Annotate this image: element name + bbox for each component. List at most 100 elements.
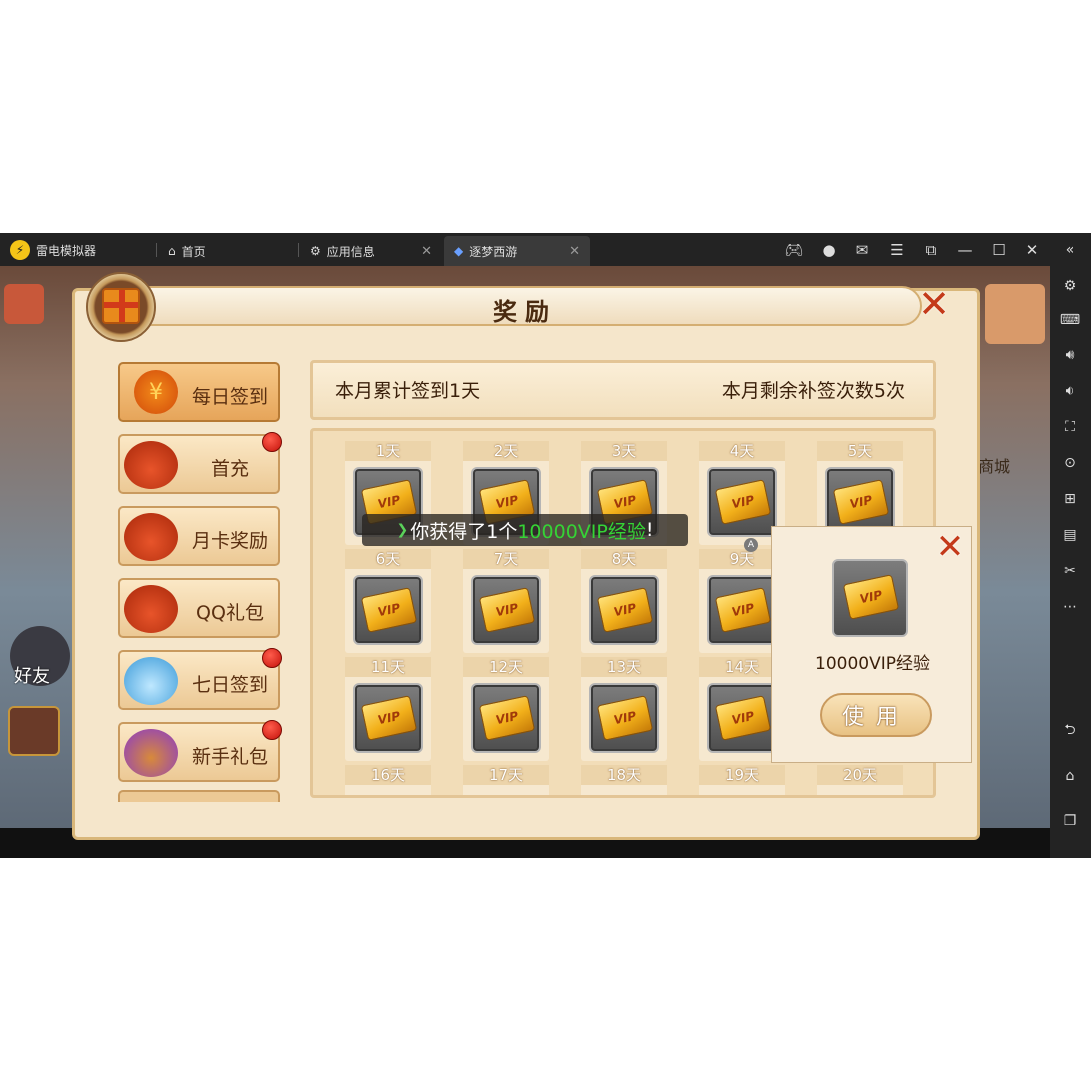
volume-down-icon[interactable]: 🔉︎ [1059, 380, 1081, 402]
vip-card-icon: VIP [478, 695, 536, 741]
day-label: 11天 [345, 657, 431, 677]
menu-first-recharge[interactable]: 首充 [118, 434, 280, 494]
settings-icon[interactable]: ⚙ [1059, 275, 1081, 297]
day-cell[interactable]: 19天 [699, 765, 785, 795]
day-label: 18天 [581, 765, 667, 785]
divider [156, 243, 157, 257]
sign-in-bag-icon: ¥ [134, 370, 178, 414]
item-slot[interactable]: VIP [471, 575, 541, 645]
chat-icon[interactable] [8, 706, 60, 756]
mail-icon[interactable]: ✉ [851, 239, 873, 261]
add-icon[interactable]: ⊞ [1059, 488, 1081, 510]
day-cell[interactable]: 8天 VIP [581, 549, 667, 653]
day-cell[interactable]: 18天 [581, 765, 667, 795]
menu-qq-gift[interactable]: QQ礼包 [118, 578, 280, 638]
gift-badge [86, 272, 156, 342]
volume-up-icon[interactable]: 🔊︎ [1059, 344, 1081, 366]
day-label: 16天 [345, 765, 431, 785]
gamepad-icon[interactable]: 🎮︎ [783, 239, 805, 261]
close-tab-icon[interactable]: ✕ [569, 244, 580, 259]
more-icon[interactable]: ⋯ [1059, 596, 1081, 618]
item-slot[interactable]: VIP [353, 575, 423, 645]
menu-seven-day-sign-in[interactable]: 七日签到 [118, 650, 280, 710]
reward-title: 奖励 [493, 298, 557, 326]
tab-app-info[interactable]: ⚙ 应用信息 ✕ [300, 236, 442, 266]
character-portrait-icon[interactable] [4, 284, 44, 324]
emulator-title-bar: ⚡ 雷电模拟器 ⌂ 首页 ⚙ 应用信息 ✕ ◆ 逐梦西游 ✕ 🎮︎ ● ✉ ☰ … [0, 233, 1050, 266]
keyboard-icon[interactable]: ⌨ [1059, 309, 1081, 331]
menu-label: QQ礼包 [196, 602, 264, 624]
home-icon: ⌂ [168, 244, 176, 258]
toast-suffix: ! [645, 519, 654, 541]
day-label: 13天 [581, 657, 667, 677]
close-tab-icon[interactable]: ✕ [421, 244, 432, 259]
maximize-icon[interactable]: ☐ [988, 239, 1010, 261]
apk-icon[interactable]: ▤ [1059, 524, 1081, 546]
menu-icon[interactable]: ☰ [886, 239, 908, 261]
item-slot[interactable]: VIP [589, 683, 659, 753]
close-popup-icon[interactable]: ✕ [930, 527, 970, 567]
close-reward-icon[interactable]: ✕ [914, 282, 954, 326]
day-label: 3天 [581, 441, 667, 461]
menu-label: 七日签到 [191, 674, 268, 696]
menu-newbie-gift[interactable]: 新手礼包 [118, 722, 280, 782]
item-slot[interactable]: VIP [353, 683, 423, 753]
menu-more-item[interactable] [118, 790, 280, 802]
item-slot[interactable]: VIP [707, 683, 777, 753]
recent-apps-icon[interactable]: ❐ [1059, 810, 1081, 832]
day-cell[interactable]: 12天 VIP [463, 657, 549, 761]
day-label: 19天 [699, 765, 785, 785]
fullscreen-icon[interactable]: ⛶ [1059, 416, 1081, 438]
home-nav-icon[interactable]: ⌂ [1059, 765, 1081, 787]
day-cell[interactable]: 13天 VIP [581, 657, 667, 761]
day-cell[interactable]: 7天 VIP [463, 549, 549, 653]
use-button[interactable]: 使用 [820, 693, 932, 737]
record-icon[interactable]: ⊙ [1059, 452, 1081, 474]
tab-app-info-label: 应用信息 [326, 244, 375, 259]
day-cell[interactable]: 6天 VIP [345, 549, 431, 653]
emulator-logo-icon: ⚡ [10, 240, 30, 260]
npc-portrait-icon[interactable] [985, 284, 1045, 344]
back-icon[interactable]: ⮌ [1059, 720, 1081, 742]
user-avatar-icon[interactable]: ● [818, 239, 840, 261]
popup-item-slot: VIP [832, 559, 908, 637]
scissors-icon[interactable]: ✂ [1059, 560, 1081, 582]
item-slot[interactable]: VIP [589, 575, 659, 645]
item-slot[interactable]: VIP [471, 683, 541, 753]
emulator-brand: ⚡ 雷电模拟器 [10, 240, 96, 260]
day-label: 5天 [817, 441, 903, 461]
menu-label: 新手礼包 [191, 746, 268, 768]
item-slot[interactable]: VIP [707, 467, 777, 537]
purple-gift-icon [124, 729, 178, 777]
day-label: 1天 [345, 441, 431, 461]
minimize-icon[interactable]: — [954, 239, 976, 261]
tab-game-label: 逐梦西游 [469, 244, 518, 259]
item-slot[interactable]: VIP [707, 575, 777, 645]
vip-card-icon: VIP [596, 695, 654, 741]
day-cell[interactable]: 16天 [345, 765, 431, 795]
popup-item-name: 10000VIP经验 [815, 654, 930, 674]
menu-monthly-card[interactable]: 月卡奖励 [118, 506, 280, 566]
emulator-right-toolbar: « ⚙ ⌨ 🔊︎ 🔉︎ ⛶ ⊙ ⊞ ▤ ✂ ⋯ ⮌ ⌂ ❐ [1050, 233, 1091, 858]
day-cell[interactable]: 11天 VIP [345, 657, 431, 761]
emulator-brand-label: 雷电模拟器 [36, 243, 97, 258]
vip-card-icon: VIP [714, 587, 772, 633]
notification-dot [262, 648, 282, 668]
sign-in-summary: 本月累计签到1天 本月剩余补签次数5次 [310, 360, 936, 420]
tab-game[interactable]: ◆ 逐梦西游 ✕ [444, 236, 590, 266]
reward-toast: ❯ 你获得了1个 10000VIP经验 ! [362, 514, 688, 546]
vip-card-icon: VIP [842, 574, 900, 620]
money-bag-icon [124, 585, 178, 633]
tab-home[interactable]: ⌂ 首页 [158, 236, 298, 266]
pin-window-icon[interactable]: ⧉ [920, 239, 942, 261]
close-window-icon[interactable]: ✕ [1021, 239, 1043, 261]
day-label: 12天 [463, 657, 549, 677]
collapse-icon[interactable]: « [1059, 239, 1081, 261]
day-cell[interactable]: 17天 [463, 765, 549, 795]
accessibility-badge-icon: A [744, 538, 758, 552]
shop-label[interactable]: 商城 [978, 453, 1010, 477]
menu-daily-sign-in[interactable]: ¥ 每日签到 [118, 362, 280, 422]
money-bag-icon [124, 441, 178, 489]
day-cell[interactable]: 20天 [817, 765, 903, 795]
vip-card-icon: VIP [596, 587, 654, 633]
